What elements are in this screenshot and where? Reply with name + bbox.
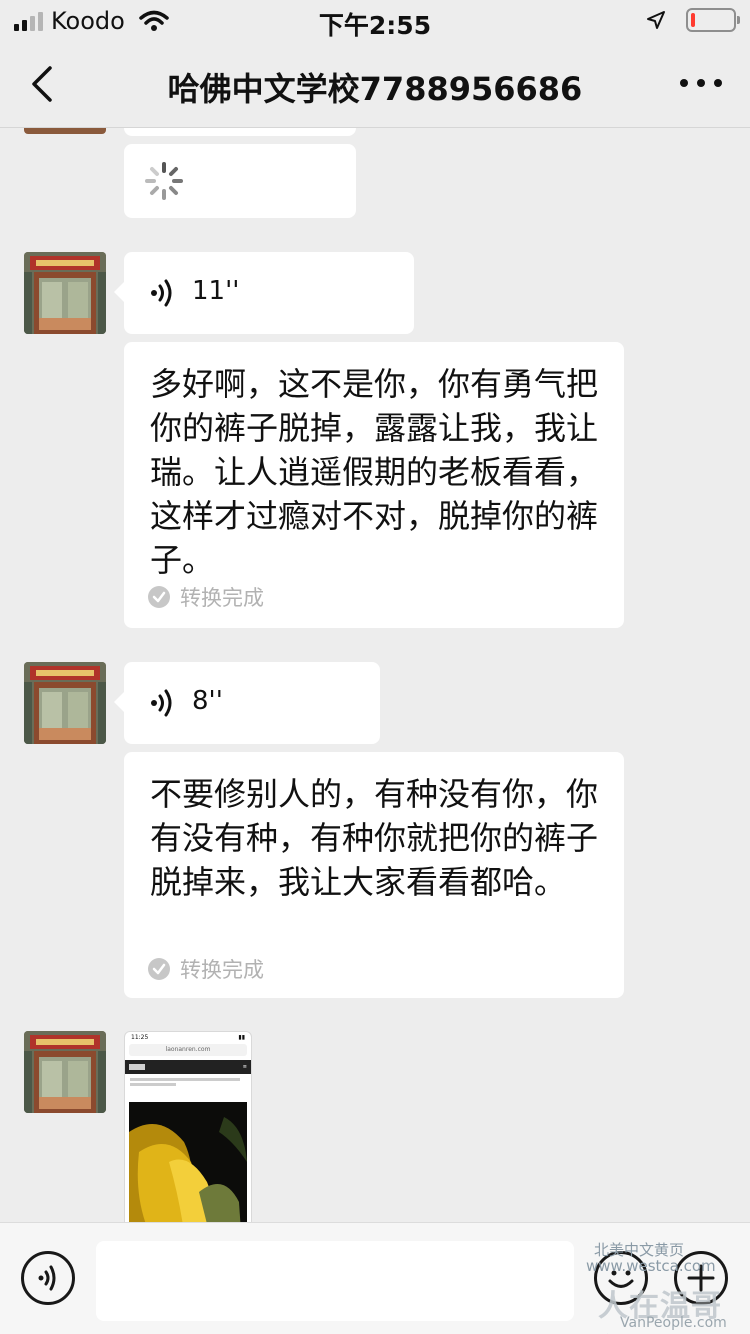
- input-bar: 北美中文黄页 www.westca.com 人在温哥华 VanPeople.co…: [0, 1222, 750, 1334]
- voice-input-button[interactable]: [21, 1251, 75, 1305]
- voice-wave-icon: [38, 1265, 56, 1291]
- avatar[interactable]: [24, 662, 106, 744]
- voice-transcript[interactable]: 不要修别人的，有种没有你，你有没有种，有种你就把你的裤子脱掉来，我让大家看看都哈…: [124, 752, 624, 998]
- loading-bubble: [124, 144, 356, 218]
- school-door-avatar-icon: [24, 662, 106, 744]
- conversion-status-label: 转换完成: [180, 958, 264, 982]
- message-input[interactable]: [96, 1241, 574, 1321]
- watermark-text: VanPeople.com: [620, 1315, 727, 1331]
- school-door-avatar-icon: [24, 252, 106, 334]
- avatar[interactable]: [24, 252, 106, 334]
- voice-message-bubble[interactable]: 11'': [114, 252, 414, 334]
- voice-wave-icon: [151, 689, 172, 717]
- message-bubble[interactable]: [124, 128, 356, 136]
- thumbnail-photo: [129, 1102, 247, 1222]
- thumbnail-site-header: ≡: [125, 1060, 251, 1074]
- voice-wave-icon: [151, 279, 172, 307]
- check-circle-icon: [148, 586, 170, 608]
- thumbnail-status-bar: 11:25 ▮▮: [125, 1032, 251, 1044]
- voice-transcript[interactable]: 多好啊，这不是你，你有勇气把你的裤子脱掉，露露让我，我让瑞。让人逍遥假期的老板看…: [124, 342, 624, 628]
- thumbnail-url-bar: laonanren.com: [129, 1044, 247, 1056]
- battery-icon: [686, 8, 740, 32]
- location-arrow-icon: [647, 11, 665, 29]
- nav-bar: 哈佛中文学校7788956686: [0, 42, 750, 128]
- thumbnail-logo-icon: [129, 1064, 145, 1070]
- thumbnail-time: 11:25: [131, 1034, 149, 1041]
- chat-title: 哈佛中文学校7788956686: [167, 70, 583, 108]
- avatar[interactable]: [24, 1031, 106, 1113]
- conversion-status-label: 转换完成: [180, 586, 264, 610]
- battery-level: [691, 13, 695, 27]
- conversion-status: 转换完成: [148, 582, 264, 612]
- thumbnail-body-text: [125, 1074, 251, 1096]
- status-bar: Koodo 下午2:55: [0, 0, 750, 42]
- transcript-text: 不要修别人的，有种没有你，你有没有种，有种你就把你的裤子脱掉来，我让大家看看都哈…: [150, 775, 599, 901]
- more-dots-icon[interactable]: [680, 68, 722, 98]
- voice-message-bubble[interactable]: 8'': [114, 662, 380, 744]
- school-door-avatar-icon: [24, 1031, 106, 1113]
- image-message[interactable]: 11:25 ▮▮ laonanren.com ≡: [124, 1031, 252, 1222]
- avatar[interactable]: [24, 128, 106, 134]
- voice-duration: 11'': [192, 276, 240, 306]
- conversion-status: 转换完成: [148, 954, 264, 984]
- check-circle-icon: [148, 958, 170, 980]
- loading-spinner-icon: [145, 162, 183, 200]
- yellow-flower-image: [129, 1102, 247, 1222]
- chat-area[interactable]: 11'' 多好啊，这不是你，你有勇气把你的裤子脱掉，露露让我，我让瑞。让人逍遥假…: [0, 128, 750, 1222]
- voice-duration: 8'': [192, 686, 223, 716]
- transcript-text: 多好啊，这不是你，你有勇气把你的裤子脱掉，露露让我，我让瑞。让人逍遥假期的老板看…: [150, 365, 599, 579]
- watermark-text: www.westca.com: [586, 1257, 716, 1275]
- status-time: 下午2:55: [318, 11, 432, 40]
- thumbnail-signal-icon: ▮▮: [238, 1034, 245, 1041]
- thumbnail-menu-icon: ≡: [242, 1064, 247, 1070]
